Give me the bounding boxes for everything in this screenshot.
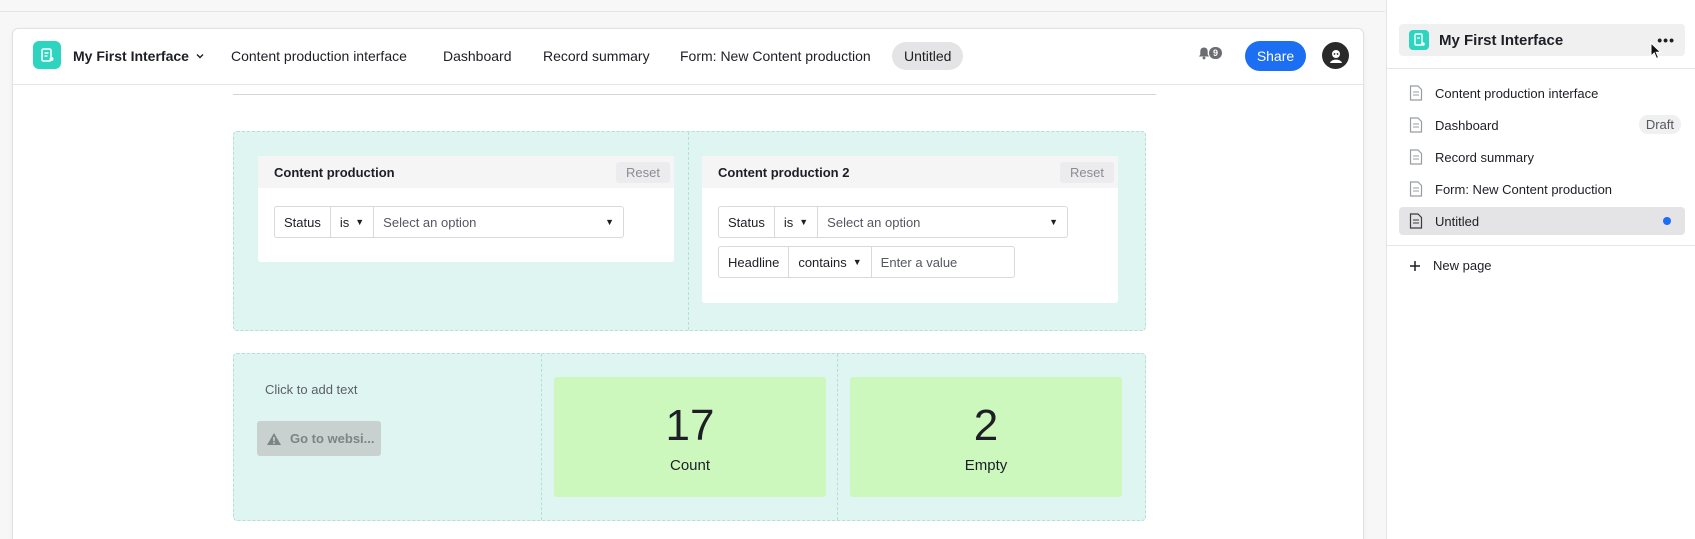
count-stat-card[interactable]: 17 Count	[554, 377, 826, 497]
interface-editor: My First Interface Content production in…	[12, 28, 1364, 539]
sidebar-item-untitled[interactable]: Untitled	[1399, 207, 1685, 235]
caret-down-icon: ▼	[1049, 217, 1058, 227]
reset-button[interactable]: Reset	[616, 161, 670, 183]
tab-dashboard[interactable]: Dashboard	[443, 48, 512, 64]
pages-sidebar: My First Interface ••• Content productio…	[1386, 0, 1695, 539]
reset-button[interactable]: Reset	[1060, 161, 1114, 183]
sidebar-item-content-production-interface[interactable]: Content production interface	[1399, 79, 1685, 107]
sidebar-item-record-summary[interactable]: Record summary	[1399, 143, 1685, 171]
filter-value-placeholder: Select an option	[383, 214, 477, 230]
sidebar-header[interactable]: My First Interface •••	[1399, 24, 1685, 56]
filter-card-content-production: Content production Reset Status is ▼ Sel…	[258, 156, 674, 262]
sidebar-item-label: Content production interface	[1435, 85, 1599, 101]
new-page-label: New page	[1433, 258, 1492, 273]
text-block-placeholder[interactable]: Click to add text	[265, 382, 358, 397]
filter-card-header: Content production 2 Reset	[702, 156, 1118, 188]
share-button[interactable]: Share	[1245, 41, 1306, 71]
warning-icon	[267, 432, 281, 445]
sidebar-item-label: Dashboard	[1435, 117, 1499, 133]
filter-field-label: Headline	[728, 254, 780, 270]
filter-card-title: Content production 2	[718, 164, 850, 180]
filter-field-select[interactable]: Headline	[719, 247, 790, 277]
sidebar-item-label: Record summary	[1435, 149, 1534, 165]
plus-icon	[1410, 260, 1420, 271]
chevron-down-icon	[196, 54, 204, 59]
filter-value-select[interactable]: Select an option ▼	[818, 207, 1067, 237]
sidebar-item-dashboard[interactable]: Dashboard Draft	[1399, 111, 1685, 139]
filter-operator-label: is	[339, 214, 350, 230]
section-column-divider	[688, 132, 689, 330]
stat-value: 2	[973, 401, 999, 450]
filter-field-select[interactable]: Status	[719, 207, 775, 237]
sidebar-title: My First Interface	[1439, 31, 1564, 49]
section-column-divider	[541, 354, 542, 520]
filter-field-label: Status	[728, 214, 765, 230]
caret-down-icon: ▼	[799, 217, 809, 227]
notification-count-badge: 9	[1209, 47, 1223, 59]
section-column-divider	[837, 354, 838, 520]
filter-operator-select[interactable]: is ▼	[331, 207, 375, 237]
draft-badge: Draft	[1638, 115, 1681, 134]
go-to-website-button[interactable]: Go to websi...	[257, 421, 381, 456]
user-avatar-icon	[1329, 49, 1342, 63]
avatar[interactable]	[1322, 42, 1349, 69]
app-logo-icon	[41, 48, 54, 62]
caret-down-icon: ▼	[852, 257, 862, 267]
app-name-label: My First Interface	[73, 48, 189, 64]
filter-operator-select[interactable]: is ▼	[775, 207, 819, 237]
stat-label: Count	[669, 457, 711, 474]
sidebar-divider	[1387, 245, 1695, 246]
sidebar-item-label: Untitled	[1435, 213, 1480, 229]
sidebar-divider	[1387, 68, 1695, 69]
sidebar-item-label: Form: New Content production	[1435, 181, 1613, 197]
unsaved-dot-icon	[1663, 217, 1671, 225]
caret-down-icon: ▼	[355, 217, 365, 227]
go-to-website-label: Go to websi...	[290, 431, 375, 446]
stat-label: Empty	[964, 457, 1008, 474]
filter-condition-row: Status is ▼ Select an option ▼	[718, 206, 1068, 238]
filter-value-placeholder: Select an option	[827, 214, 921, 230]
filter-value-input[interactable]: Enter a value	[872, 247, 1014, 277]
content-section[interactable]: Click to add text Go to websi... 17 Coun…	[233, 353, 1146, 521]
canvas-divider-line	[233, 94, 1156, 95]
page-icon	[1409, 149, 1423, 165]
page-icon	[1409, 181, 1423, 197]
notifications-button[interactable]: 9	[1197, 46, 1223, 60]
new-page-button[interactable]: New page	[1409, 258, 1492, 273]
filter-operator-label: is	[783, 214, 794, 230]
filter-field-label: Status	[284, 214, 321, 230]
filter-operator-label: contains	[798, 254, 847, 270]
page-icon	[1409, 213, 1423, 229]
app-name-dropdown[interactable]: My First Interface	[73, 48, 205, 64]
filter-field-select[interactable]: Status	[275, 207, 331, 237]
tab-content-production-interface[interactable]: Content production interface	[231, 48, 407, 64]
filter-condition-row: Status is ▼ Select an option ▼	[274, 206, 624, 238]
app-icon	[33, 41, 61, 69]
filters-section[interactable]: Content production Reset Status is ▼ Sel…	[233, 131, 1146, 331]
filter-card-header: Content production Reset	[258, 156, 674, 188]
tab-record-summary[interactable]: Record summary	[543, 48, 650, 64]
sidebar-item-form-new-content-production[interactable]: Form: New Content production	[1399, 175, 1685, 203]
filter-condition-row: Headline contains ▼ Enter a value	[718, 246, 1015, 278]
page-icon	[1409, 85, 1423, 101]
filter-card-title: Content production	[274, 164, 395, 180]
mouse-cursor-icon	[1650, 42, 1662, 60]
filter-value-placeholder: Enter a value	[880, 254, 958, 270]
filter-operator-select[interactable]: contains ▼	[789, 247, 872, 277]
filter-card-content-production-2: Content production 2 Reset Status is ▼ S…	[702, 156, 1118, 303]
empty-stat-card[interactable]: 2 Empty	[850, 377, 1122, 497]
interface-navbar: My First Interface Content production in…	[13, 29, 1363, 85]
tab-form-new-content-production[interactable]: Form: New Content production	[680, 48, 871, 64]
page-icon	[1409, 117, 1423, 133]
top-bar-strip	[0, 0, 1385, 12]
app-icon	[1409, 30, 1429, 50]
caret-down-icon: ▼	[605, 217, 614, 227]
stat-value: 17	[665, 401, 715, 450]
filter-value-select[interactable]: Select an option ▼	[374, 207, 623, 237]
tab-untitled[interactable]: Untitled	[892, 42, 964, 70]
